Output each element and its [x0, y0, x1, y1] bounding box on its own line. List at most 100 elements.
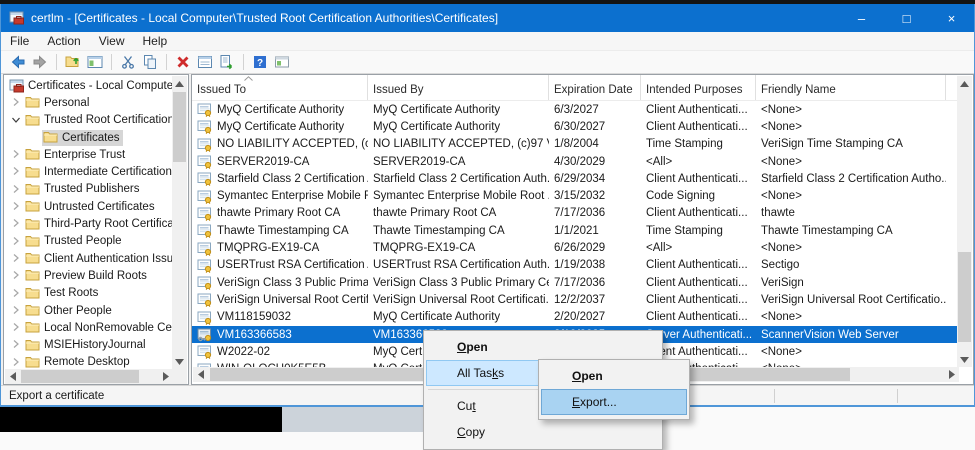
menubar-item-action[interactable]: Action: [38, 32, 89, 50]
menubar-item-help[interactable]: Help: [134, 32, 177, 50]
properties-button[interactable]: [194, 52, 216, 72]
tree-item-untrusted-certificates[interactable]: Untrusted Certificates: [4, 198, 173, 215]
tree-scroll-thumb[interactable]: [173, 92, 186, 162]
menu-item-open[interactable]: Open: [426, 334, 660, 360]
copy-button[interactable]: [139, 52, 161, 72]
tree-item-preview-build-roots[interactable]: Preview Build Roots: [4, 267, 173, 284]
minimize-button[interactable]: –: [839, 4, 884, 32]
chevron-right-icon[interactable]: [10, 304, 22, 316]
cell-issued-to: Symantec Enterprise Mobile Ro...: [192, 187, 368, 204]
title-bar: certlm - [Certificates - Local Computer\…: [1, 4, 974, 32]
chevron-right-icon[interactable]: [10, 96, 22, 108]
tree-item-client-authentication-issuers[interactable]: Client Authentication Issuers: [4, 250, 173, 267]
chevron-right-icon[interactable]: [10, 165, 22, 177]
chevron-right-icon[interactable]: [10, 356, 22, 368]
certificate-row[interactable]: SERVER2019-CASERVER2019-CA4/30/2029<All>…: [192, 153, 958, 170]
folder-icon: [25, 147, 41, 162]
tree-item-local-nonremovable-certificates[interactable]: Local NonRemovable Certificates: [4, 319, 173, 336]
scroll-left-icon[interactable]: [5, 369, 20, 384]
chevron-right-icon[interactable]: [10, 269, 22, 281]
certificate-row[interactable]: Thawte Timestamping CAThawte Timestampin…: [192, 222, 958, 239]
tree-item-enterprise-trust[interactable]: Enterprise Trust: [4, 146, 173, 163]
chevron-right-icon[interactable]: [10, 235, 22, 247]
tree-hscroll-thumb[interactable]: [21, 370, 139, 383]
certificate-row[interactable]: thawte Primary Root CAthawte Primary Roo…: [192, 205, 958, 222]
close-button[interactable]: ×: [929, 4, 974, 32]
tree-item-personal[interactable]: Personal: [4, 94, 173, 111]
delete-button[interactable]: [172, 52, 194, 72]
certificate-row[interactable]: TMQPRG-EX19-CATMQPRG-EX19-CA6/26/2029<Al…: [192, 239, 958, 256]
forward-button[interactable]: [29, 52, 51, 72]
tree-horizontal-scrollbar[interactable]: [5, 369, 173, 384]
show-window-button[interactable]: [271, 52, 293, 72]
certificate-row[interactable]: VeriSign Universal Root Certific...VeriS…: [192, 291, 958, 308]
certificate-row[interactable]: NO LIABILITY ACCEPTED, (c)97 ...NO LIABI…: [192, 136, 958, 153]
scroll-up-icon[interactable]: [172, 76, 187, 91]
column-header-issued-by[interactable]: Issued By: [368, 75, 549, 100]
export-console-button[interactable]: [62, 52, 84, 72]
tree-item-remote-desktop[interactable]: Remote Desktop: [4, 354, 173, 369]
scroll-up-icon[interactable]: [957, 76, 972, 91]
certificate-row[interactable]: VeriSign Class 3 Public Primary ...VeriS…: [192, 274, 958, 291]
chevron-right-icon[interactable]: [10, 338, 22, 350]
tree-item-third-party-root-certification-authorities[interactable]: Third-Party Root Certification Authoriti…: [4, 215, 173, 232]
cell-issued-by: Thawte Timestamping CA: [368, 222, 549, 239]
help-button[interactable]: ?: [249, 52, 271, 72]
list-scroll-thumb[interactable]: [958, 252, 971, 342]
tree-item-msiehistoryjournal[interactable]: MSIEHistoryJournal: [4, 336, 173, 353]
certificate-row[interactable]: MyQ Certificate AuthorityMyQ Certificate…: [192, 118, 958, 135]
menu-item-export-[interactable]: Export...: [541, 389, 687, 415]
tree-item-content: Client Authentication Issuers: [24, 251, 173, 267]
tree-item-certificates-local-computer[interactable]: Certificates - Local Computer: [4, 77, 173, 94]
show-console-tree-button[interactable]: [84, 52, 106, 72]
cut-button[interactable]: [117, 52, 139, 72]
forward-arrow-icon: [32, 54, 48, 70]
column-header-intended-purposes[interactable]: Intended Purposes: [641, 75, 756, 100]
menubar-item-file[interactable]: File: [1, 32, 38, 50]
tree-item-content: Enterprise Trust: [24, 147, 128, 163]
tree-item-trusted-publishers[interactable]: Trusted Publishers: [4, 181, 173, 198]
status-text: Export a certificate: [1, 390, 104, 402]
chevron-right-icon[interactable]: [10, 287, 22, 299]
cell-friendly-name: ScannerVision Web Server: [756, 326, 946, 343]
tree-item-label: Preview Build Roots: [44, 270, 147, 282]
chevron-right-icon[interactable]: [10, 321, 22, 333]
scroll-down-icon[interactable]: [957, 352, 972, 367]
menu-item-copy[interactable]: Copy: [426, 419, 660, 445]
chevron-right-icon[interactable]: [10, 148, 22, 160]
tree-item-certificates[interactable]: Certificates: [4, 129, 173, 146]
column-header-issued-to[interactable]: Issued To: [192, 75, 368, 100]
maximize-button[interactable]: □: [884, 4, 929, 32]
certificate-row[interactable]: USERTrust RSA Certification Aut...USERTr…: [192, 257, 958, 274]
tree-item-trusted-people[interactable]: Trusted People: [4, 233, 173, 250]
export-list-button[interactable]: [216, 52, 238, 72]
tree-vertical-scrollbar[interactable]: [172, 76, 187, 369]
tree-item-trusted-root-certification-authorities[interactable]: Trusted Root Certification Authorities: [4, 112, 173, 129]
column-header-friendly-name[interactable]: Friendly Name: [756, 75, 946, 100]
certificate-row[interactable]: MyQ Certificate AuthorityMyQ Certificate…: [192, 101, 958, 118]
scroll-down-icon[interactable]: [172, 354, 187, 369]
menubar-item-view[interactable]: View: [90, 32, 134, 50]
back-button[interactable]: [7, 52, 29, 72]
list-vertical-scrollbar[interactable]: [957, 76, 972, 367]
scroll-left-icon[interactable]: [193, 367, 208, 382]
tree-item-intermediate-certification-authorities[interactable]: Intermediate Certification Authorities: [4, 163, 173, 180]
chevron-right-icon[interactable]: [10, 217, 22, 229]
mmc-console-icon: [9, 10, 25, 26]
column-header-expiration-date[interactable]: Expiration Date: [549, 75, 641, 100]
chevron-right-icon[interactable]: [10, 200, 22, 212]
tree-item-other-people[interactable]: Other People: [4, 302, 173, 319]
scroll-right-icon[interactable]: [158, 369, 173, 384]
tree-item-label: Certificates - Local Computer: [28, 80, 173, 92]
issued-to-text: Starfield Class 2 Certification A...: [217, 173, 368, 185]
menu-item-open[interactable]: Open: [541, 363, 687, 389]
cell-issued-to: USERTrust RSA Certification Aut...: [192, 257, 368, 274]
tree-item-test-roots[interactable]: Test Roots: [4, 285, 173, 302]
chevron-down-icon[interactable]: [10, 114, 22, 126]
certificate-row[interactable]: Symantec Enterprise Mobile Ro...Symantec…: [192, 187, 958, 204]
certificate-row[interactable]: Starfield Class 2 Certification A...Star…: [192, 170, 958, 187]
certificate-row[interactable]: VM118159032MyQ Certificate Authority2/20…: [192, 309, 958, 326]
chevron-right-icon[interactable]: [10, 252, 22, 264]
scroll-right-icon[interactable]: [944, 367, 959, 382]
chevron-right-icon[interactable]: [10, 183, 22, 195]
